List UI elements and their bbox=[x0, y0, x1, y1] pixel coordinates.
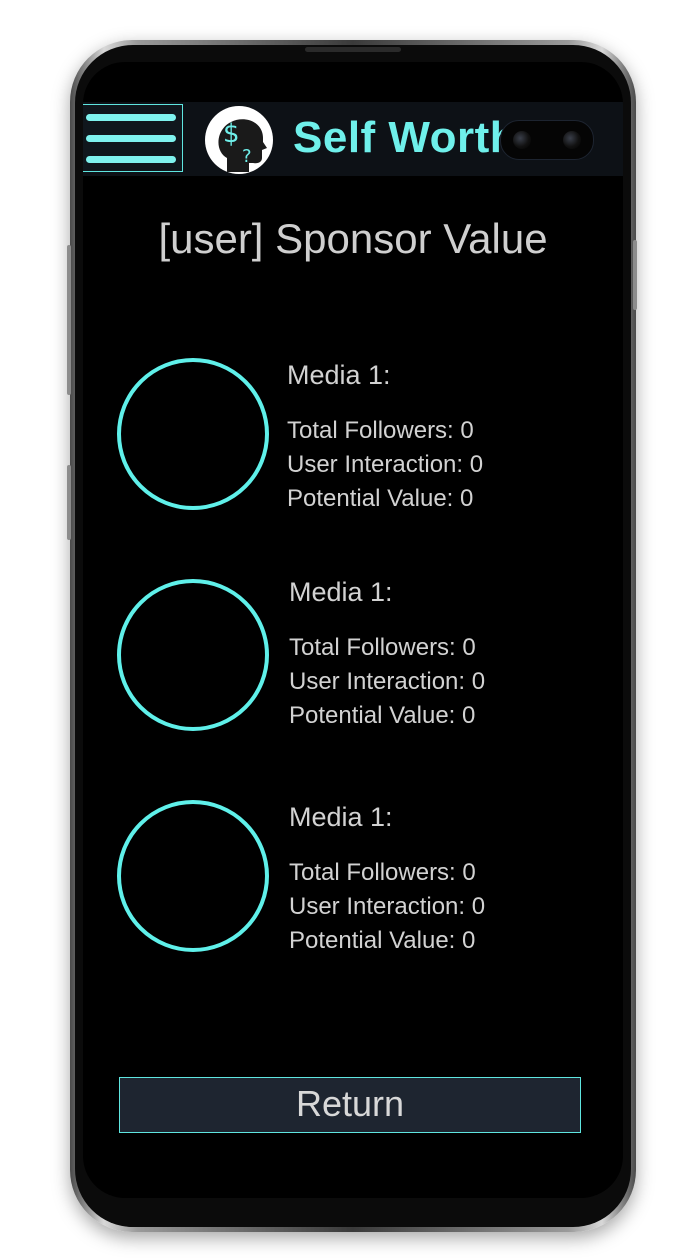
earpiece-speaker bbox=[305, 47, 401, 52]
media-avatar-circle bbox=[117, 579, 269, 731]
camera-lens-icon bbox=[563, 131, 581, 149]
media-avatar-circle bbox=[117, 358, 269, 510]
app-header: $ ? Self Worth bbox=[83, 102, 623, 176]
total-followers: Total Followers: 0 bbox=[289, 859, 476, 886]
app-title: Self Worth bbox=[293, 113, 518, 162]
camera-lens-icon bbox=[513, 131, 531, 149]
potential-value: Potential Value: 0 bbox=[289, 927, 476, 954]
volume-button bbox=[67, 245, 71, 395]
media-info: Media 1: Total Followers: 0 User Interac… bbox=[289, 575, 485, 733]
user-interaction: User Interaction: 0 bbox=[289, 893, 486, 920]
power-button bbox=[633, 240, 637, 310]
bixby-button bbox=[67, 465, 71, 540]
logo-dollar-text: $ bbox=[223, 119, 240, 149]
app-screen: $ ? Self Worth [user] Sponsor Value Medi… bbox=[83, 62, 623, 1198]
media-title: Media 1: bbox=[289, 577, 393, 607]
page-title: [user] Sponsor Value bbox=[158, 215, 548, 262]
media-title: Media 1: bbox=[287, 360, 391, 390]
total-followers: Total Followers: 0 bbox=[287, 417, 474, 444]
head-dollar-logo-icon: $ ? bbox=[205, 106, 273, 174]
media-avatar-circle bbox=[117, 800, 269, 952]
return-button[interactable]: Return bbox=[119, 1077, 581, 1133]
logo-question-text: ? bbox=[242, 146, 252, 167]
user-interaction: User Interaction: 0 bbox=[289, 668, 486, 695]
front-camera-cutout bbox=[500, 120, 594, 160]
menu-bar-icon bbox=[86, 114, 176, 121]
potential-value: Potential Value: 0 bbox=[289, 702, 476, 729]
menu-bar-icon bbox=[86, 156, 176, 163]
media-info: Media 1: Total Followers: 0 User Interac… bbox=[289, 800, 485, 958]
total-followers: Total Followers: 0 bbox=[289, 634, 476, 661]
potential-value: Potential Value: 0 bbox=[287, 485, 474, 512]
menu-bar-icon bbox=[86, 135, 176, 142]
media-title: Media 1: bbox=[289, 802, 393, 832]
media-info: Media 1: Total Followers: 0 User Interac… bbox=[287, 358, 483, 516]
user-interaction: User Interaction: 0 bbox=[287, 451, 484, 478]
hamburger-menu-button[interactable] bbox=[83, 104, 183, 172]
